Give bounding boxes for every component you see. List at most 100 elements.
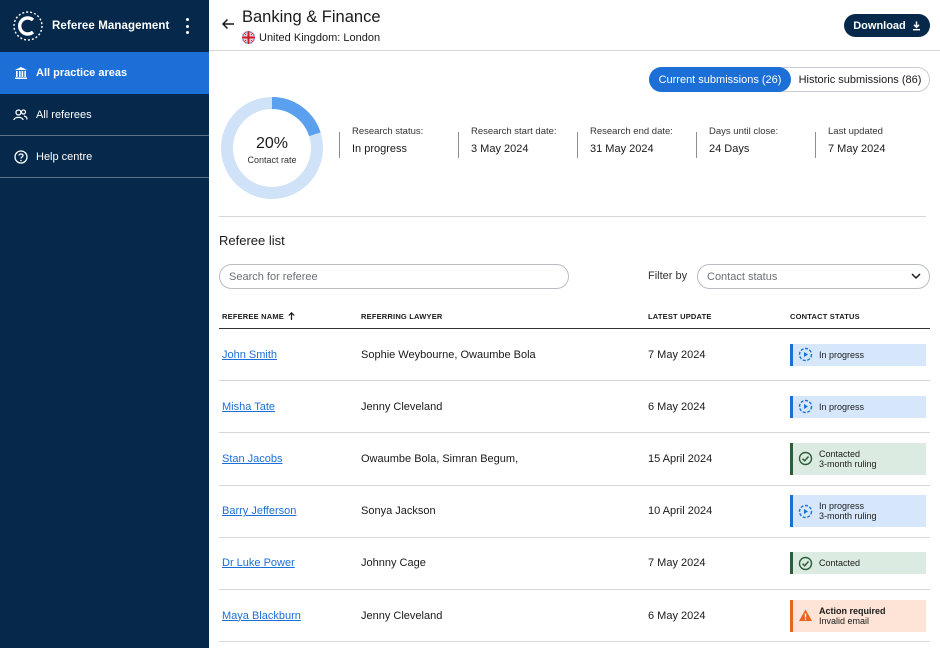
contact-status-select[interactable]: Contact status [697, 264, 930, 289]
column-header-referee-name[interactable]: REFEREE NAME [219, 312, 361, 321]
download-label: Download [853, 19, 906, 32]
status-text: In progress [819, 501, 865, 512]
stat-value: 24 Days [709, 143, 750, 155]
submissions-toggle: Current submissions (26) Historic submis… [649, 67, 930, 92]
latest-update: 6 May 2024 [648, 609, 706, 622]
column-header-referring-lawyer: REFERRING LAWYER [361, 311, 443, 321]
column-header-contact-status: CONTACT STATUS [790, 311, 860, 321]
sort-up-icon [288, 312, 295, 320]
table-row: Maya Blackburn Jenny Cleveland 6 May 202… [219, 590, 930, 643]
column-label: REFEREE NAME [222, 311, 284, 321]
more-options-icon[interactable] [182, 18, 192, 34]
status-badge: Action required Invalid email [790, 599, 926, 632]
status-badge: In progress [790, 395, 926, 418]
sidebar-item-label: Help centre [36, 150, 93, 163]
referring-lawyer: Jenny Cleveland [361, 400, 443, 413]
stat-value: In progress [352, 143, 408, 155]
stat-value: 31 May 2024 [590, 143, 654, 155]
referring-lawyer: Owaumbe Bola, Simran Begum, [361, 452, 519, 465]
logo-icon [12, 10, 44, 42]
in-progress-icon [798, 347, 813, 362]
select-placeholder: Contact status [707, 270, 778, 283]
referee-table: REFEREE NAME REFERRING LAWYER LATEST UPD… [219, 304, 930, 643]
stat-last-updated: Last updated 7 May 2024 [815, 126, 934, 158]
contact-rate-value: 20% [255, 135, 289, 152]
table-row: Misha Tate Jenny Cleveland 6 May 2024 In… [219, 381, 930, 434]
referee-name-link[interactable]: Maya Blackburn [222, 610, 301, 622]
bank-icon [13, 66, 28, 81]
status-text: Action required [819, 605, 886, 616]
main-content: Banking & Finance United Kingdom: London… [209, 0, 940, 648]
status-text: In progress [819, 401, 865, 412]
page-header: Banking & Finance United Kingdom: London… [209, 0, 940, 51]
help-icon [13, 149, 28, 164]
sidebar-item-all-practice-areas[interactable]: All practice areas [0, 52, 209, 94]
research-stats: Research status: In progress Research st… [339, 126, 934, 158]
filter-label: Filter by [648, 270, 688, 282]
sidebar-item-label: All referees [36, 108, 92, 121]
latest-update: 7 May 2024 [648, 557, 706, 570]
sidebar-item-all-referees[interactable]: All referees [0, 94, 209, 136]
referring-lawyer: Jenny Cleveland [361, 609, 443, 622]
latest-update: 7 May 2024 [648, 348, 706, 361]
referring-lawyer: Johnny Cage [361, 557, 426, 570]
download-icon [912, 21, 920, 30]
status-subtext: 3-month ruling [819, 458, 877, 469]
back-arrow-icon[interactable] [221, 17, 237, 33]
latest-update: 10 April 2024 [648, 505, 713, 518]
contact-rate-label: 20% Contact rate [219, 135, 325, 165]
sidebar-item-help-centre[interactable]: Help centre [0, 136, 209, 178]
contact-rate-caption: Contact rate [247, 155, 297, 165]
check-circle-icon [798, 556, 813, 571]
latest-update: 6 May 2024 [648, 400, 706, 413]
uk-flag-icon [242, 31, 255, 44]
referee-name-link[interactable]: Dr Luke Power [222, 557, 295, 569]
status-subtext: Invalid email [819, 615, 870, 626]
table-header: REFEREE NAME REFERRING LAWYER LATEST UPD… [219, 304, 930, 329]
download-button[interactable]: Download [844, 14, 930, 37]
referring-lawyer: Sophie Weybourne, Owaumbe Bola [361, 348, 536, 361]
search-input[interactable] [219, 264, 569, 289]
status-text: In progress [819, 349, 865, 360]
referee-name-link[interactable]: John Smith [222, 349, 277, 361]
table-row: John Smith Sophie Weybourne, Owaumbe Bol… [219, 329, 930, 382]
stat-label: Research end date: [590, 126, 673, 137]
in-progress-icon [798, 399, 813, 414]
app-title: Referee Management [52, 20, 170, 32]
people-icon [13, 107, 28, 122]
status-badge: In progress 3-month ruling [790, 495, 926, 528]
table-row: Stan Jacobs Owaumbe Bola, Simran Begum, … [219, 433, 930, 486]
stat-research-start-date: Research start date: 3 May 2024 [458, 126, 577, 158]
divider [219, 216, 926, 217]
referee-name-link[interactable]: Misha Tate [222, 401, 275, 413]
stat-label: Days until close: [709, 126, 779, 137]
column-header-latest-update: LATEST UPDATE [648, 311, 712, 321]
latest-update: 15 April 2024 [648, 452, 713, 465]
referee-name-link[interactable]: Barry Jefferson [222, 505, 296, 517]
stat-research-end-date: Research end date: 31 May 2024 [577, 126, 696, 158]
current-submissions-tab[interactable]: Current submissions (26) [649, 67, 791, 92]
sidebar: Referee Management All practice areas Al… [0, 0, 209, 648]
page-title: Banking & Finance [242, 8, 381, 26]
table-row: Barry Jefferson Sonya Jackson 10 April 2… [219, 486, 930, 538]
stat-label: Research start date: [471, 126, 557, 137]
referee-name-link[interactable]: Stan Jacobs [222, 453, 283, 465]
stat-value: 7 May 2024 [828, 143, 886, 155]
status-badge: Contacted [790, 552, 926, 575]
referring-lawyer: Sonya Jackson [361, 505, 436, 518]
referee-list-title: Referee list [219, 233, 285, 248]
warning-icon [798, 608, 813, 623]
historic-submissions-tab[interactable]: Historic submissions (86) [791, 67, 929, 92]
stat-label: Research status: [352, 126, 424, 137]
location: United Kingdom: London [242, 31, 380, 44]
table-body: John Smith Sophie Weybourne, Owaumbe Bol… [219, 329, 930, 643]
status-badge: Contacted 3-month ruling [790, 442, 926, 475]
in-progress-icon [798, 504, 813, 519]
table-row: Dr Luke Power Johnny Cage 7 May 2024 Con… [219, 538, 930, 590]
status-subtext: 3-month ruling [819, 511, 877, 522]
stat-days-until-close: Days until close: 24 Days [696, 126, 815, 158]
chevron-down-icon [911, 273, 921, 280]
stat-value: 3 May 2024 [471, 143, 529, 155]
brand: Referee Management [0, 0, 209, 52]
check-circle-icon [798, 451, 813, 466]
